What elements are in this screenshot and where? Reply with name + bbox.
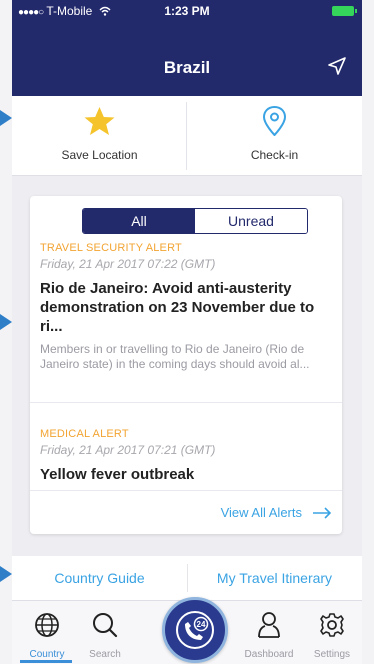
active-tab-indicator xyxy=(20,660,72,663)
check-in-label: Check-in xyxy=(250,148,299,162)
check-in-button[interactable]: Check-in xyxy=(187,96,362,176)
alert-date: Friday, 21 Apr 2017 07:22 (GMT) xyxy=(40,257,216,271)
alert-title: Yellow fever outbreak xyxy=(40,466,195,483)
alert-filter-toggle: All Unread xyxy=(82,208,308,234)
battery-icon xyxy=(332,6,357,16)
alert-category: MEDICAL ALERT xyxy=(40,428,129,440)
alerts-card: All Unread TRAVEL SECURITY ALERT Friday,… xyxy=(30,196,342,534)
app-screen: ●●●●○ T-Mobile 1:23 PM Brazil Save Locat… xyxy=(12,0,362,664)
search-icon xyxy=(93,613,118,638)
person-icon xyxy=(258,612,280,638)
filter-all-tab[interactable]: All xyxy=(83,209,195,233)
map-pin-icon xyxy=(262,106,287,136)
quick-actions: Save Location Check-in xyxy=(12,96,362,176)
tab-dashboard[interactable]: Dashboard xyxy=(234,601,304,664)
pointer-arrow-icon xyxy=(0,566,12,582)
svg-text:24: 24 xyxy=(197,620,206,629)
country-guide-link[interactable]: Country Guide xyxy=(12,556,187,600)
emergency-call-button[interactable]: 24 xyxy=(162,597,228,663)
save-location-button[interactable]: Save Location xyxy=(12,96,187,176)
pointer-arrow-icon xyxy=(0,314,12,330)
page-title: Brazil xyxy=(163,58,211,77)
tab-settings[interactable]: Settings xyxy=(302,601,362,664)
alert-date: Friday, 21 Apr 2017 07:21 (GMT) xyxy=(40,443,216,457)
alert-divider xyxy=(30,490,342,491)
view-all-alerts-link[interactable]: View All Alerts xyxy=(221,505,332,520)
status-bar: ●●●●○ T-Mobile 1:23 PM xyxy=(12,0,362,22)
filter-unread-tab[interactable]: Unread xyxy=(195,209,307,233)
tab-label: Dashboard xyxy=(244,649,294,660)
arrow-right-icon xyxy=(313,506,332,519)
alert-divider xyxy=(30,402,342,403)
alert-summary: Members in or travelling to Rio de Janei… xyxy=(40,342,310,371)
alert-title: Rio de Janeiro: Avoid anti-austerity dem… xyxy=(40,280,315,335)
tab-label: Settings xyxy=(313,649,351,660)
guide-links-row: Country Guide My Travel Itinerary xyxy=(12,556,362,600)
view-all-label: View All Alerts xyxy=(220,505,302,520)
gear-icon xyxy=(320,613,344,637)
location-arrow-icon[interactable] xyxy=(326,55,348,77)
tab-search[interactable]: Search xyxy=(70,601,140,664)
alert-item[interactable]: MEDICAL ALERT Friday, 21 Apr 2017 07:21 … xyxy=(40,428,332,484)
clock: 1:23 PM xyxy=(164,4,210,18)
travel-itinerary-link[interactable]: My Travel Itinerary xyxy=(187,556,362,600)
tab-label: Search xyxy=(89,649,121,660)
alert-item[interactable]: TRAVEL SECURITY ALERT Friday, 21 Apr 201… xyxy=(40,242,332,372)
app-header: ●●●●○ T-Mobile 1:23 PM Brazil xyxy=(12,0,362,96)
pointer-arrow-icon xyxy=(0,110,12,126)
call-24-icon: 24 xyxy=(176,611,214,649)
star-icon xyxy=(84,107,115,135)
save-location-label: Save Location xyxy=(61,148,138,162)
alert-category: TRAVEL SECURITY ALERT xyxy=(40,242,182,254)
